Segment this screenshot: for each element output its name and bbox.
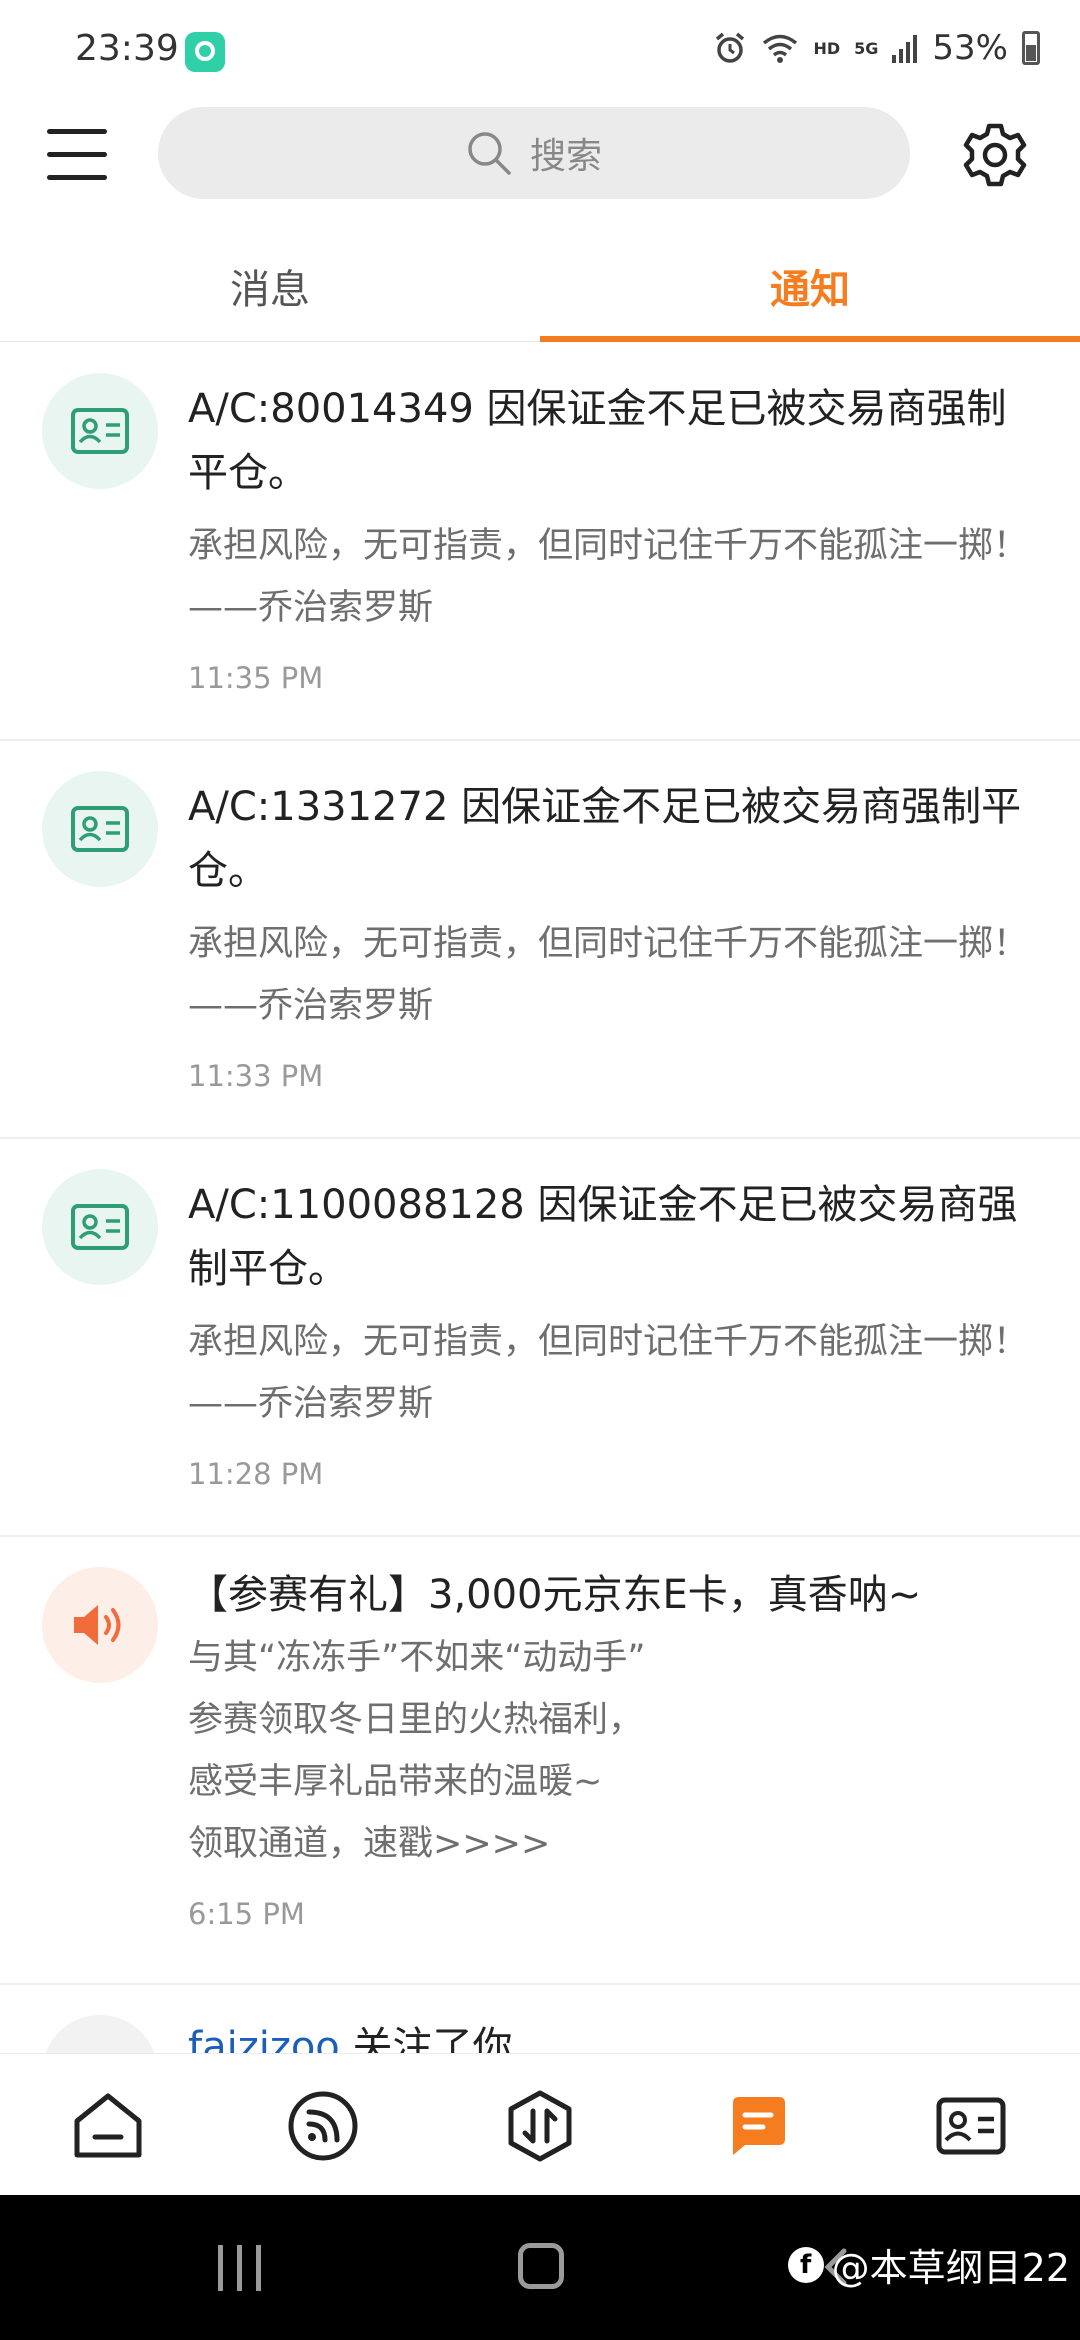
active-tab-indicator bbox=[540, 336, 1080, 342]
system-nav-bar: f @本草纲目22 bbox=[0, 2195, 1080, 2340]
notification-time: 11:35 PM bbox=[188, 661, 324, 695]
tab-notifications[interactable]: 通知 bbox=[540, 230, 1080, 342]
notification-time: 6:15 PM bbox=[188, 1897, 305, 1931]
recent-apps-bar bbox=[237, 2245, 242, 2291]
follow-action: 关注了你 bbox=[339, 2024, 513, 2053]
profile-card-icon bbox=[936, 2097, 1006, 2155]
notification-avatar bbox=[42, 1169, 158, 1285]
tab-bar: 消息 通知 bbox=[0, 230, 1080, 342]
recent-apps-bar bbox=[218, 2245, 223, 2291]
notification-item[interactable]: A/C:80014349 因保证金不足已被交易商强制平仓。 承担风险，无可指责，… bbox=[0, 343, 1080, 741]
status-bar: 23:39 HD 5G 53% bbox=[0, 0, 1080, 100]
feed-icon bbox=[288, 2091, 358, 2161]
notification-title: A/C:80014349 因保证金不足已被交易商强制平仓。 bbox=[188, 386, 1007, 496]
header: 搜索 bbox=[0, 100, 1080, 210]
notification-title: A/C:1100088128 因保证金不足已被交易商强制平仓。 bbox=[188, 1182, 1018, 1292]
alarm-icon bbox=[716, 32, 745, 63]
speaker-icon bbox=[74, 1605, 121, 1645]
menu-line bbox=[47, 129, 107, 134]
notification-body-line: 参赛领取冬日里的火热福利， bbox=[188, 1700, 644, 1740]
follower-name[interactable]: faizizoo bbox=[188, 2024, 340, 2053]
wifi-icon bbox=[763, 34, 798, 63]
bottom-nav bbox=[0, 2053, 1080, 2195]
hd-label: HD bbox=[813, 38, 841, 58]
watermark-text: @本草纲目22 bbox=[831, 2246, 1070, 2290]
nav-feed[interactable] bbox=[283, 2086, 363, 2166]
notification-avatar bbox=[42, 771, 158, 887]
notification-body-line: 与其“冻冻手”不如来“动动手” bbox=[188, 1638, 646, 1678]
id-card-icon bbox=[71, 1204, 129, 1250]
home-icon bbox=[74, 2093, 142, 2158]
notification-body: 承担风险，无可指责，但同时记住千万不能孤注一掷！——乔治索罗斯 bbox=[188, 526, 1029, 628]
gear-icon bbox=[963, 123, 1027, 187]
search-input[interactable]: 搜索 bbox=[158, 107, 910, 199]
message-icon bbox=[733, 2097, 785, 2155]
user-avatar bbox=[42, 2015, 158, 2053]
notification-title: A/C:1331272 因保证金不足已被交易商强制平仓。 bbox=[188, 784, 1022, 894]
status-indicators: HD 5G 53% bbox=[713, 28, 1040, 68]
notification-avatar bbox=[42, 373, 158, 489]
notification-body: 承担风险，无可指责，但同时记住千万不能孤注一掷！——乔治索罗斯 bbox=[188, 1322, 1029, 1424]
notification-list: A/C:80014349 因保证金不足已被交易商强制平仓。 承担风险，无可指责，… bbox=[0, 343, 1080, 2053]
network-5g-label: 5G bbox=[854, 38, 879, 58]
menu-button[interactable] bbox=[45, 125, 111, 185]
nav-profile[interactable] bbox=[931, 2086, 1011, 2166]
notification-item[interactable]: A/C:1100088128 因保证金不足已被交易商强制平仓。 承担风险，无可指… bbox=[0, 1139, 1080, 1537]
tab-messages[interactable]: 消息 bbox=[0, 230, 540, 342]
recent-apps-bar bbox=[256, 2245, 261, 2291]
settings-button[interactable] bbox=[960, 120, 1030, 190]
battery-icon bbox=[1022, 31, 1040, 65]
notification-time: 11:28 PM bbox=[188, 1457, 324, 1491]
notification-time: 11:33 PM bbox=[188, 1059, 324, 1093]
notification-item[interactable]: faizizoo 关注了你 bbox=[0, 1985, 1080, 2053]
search-icon bbox=[468, 132, 511, 175]
status-time: 23:39 bbox=[75, 28, 179, 69]
nav-messages[interactable] bbox=[716, 2086, 796, 2166]
nav-home[interactable] bbox=[68, 2086, 148, 2166]
watermark-logo-icon: f bbox=[787, 2246, 824, 2283]
id-card-icon bbox=[71, 408, 129, 454]
recent-apps-button[interactable] bbox=[215, 2245, 265, 2291]
trade-icon bbox=[508, 2090, 572, 2162]
notification-item[interactable]: A/C:1331272 因保证金不足已被交易商强制平仓。 承担风险，无可指责，但… bbox=[0, 741, 1080, 1139]
notification-avatar bbox=[42, 1567, 158, 1683]
notification-body-line: 感受丰厚礼品带来的温暖~ bbox=[188, 1762, 603, 1802]
menu-line bbox=[47, 152, 107, 157]
watermark: f @本草纲目22 bbox=[787, 2237, 1070, 2292]
notification-item[interactable]: 【参赛有礼】3,000元京东E卡，真香呐~ 与其“冻冻手”不如来“动动手” 参赛… bbox=[0, 1537, 1080, 1985]
home-button[interactable] bbox=[518, 2243, 564, 2289]
search-placeholder: 搜索 bbox=[529, 136, 602, 177]
notification-body-line: 领取通道，速戳>>>> bbox=[188, 1824, 551, 1864]
app-notification-icon bbox=[185, 32, 225, 72]
notification-title: 【参赛有礼】3,000元京东E卡，真香呐~ bbox=[188, 1572, 922, 1618]
id-card-icon bbox=[71, 806, 129, 852]
menu-line bbox=[47, 175, 107, 180]
signal-icon bbox=[892, 35, 918, 63]
battery-percent: 53% bbox=[932, 28, 1008, 68]
notification-body: 承担风险，无可指责，但同时记住千万不能孤注一掷！——乔治索罗斯 bbox=[188, 924, 1029, 1026]
nav-trade[interactable] bbox=[500, 2086, 580, 2166]
